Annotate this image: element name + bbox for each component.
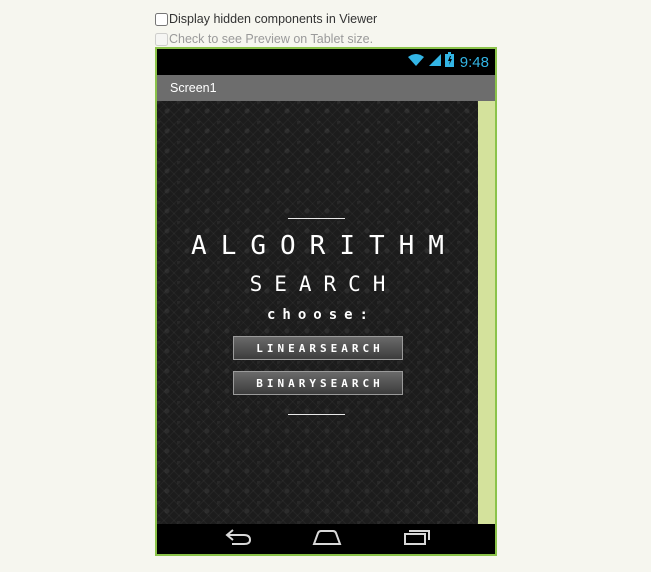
top-divider [288, 218, 345, 219]
show-hidden-components-label: Display hidden components in Viewer [169, 12, 378, 26]
choose-label: choose: [266, 307, 375, 323]
app-screen: ALGORITHM SEARCH choose: LINEARSEARCH BI… [157, 101, 478, 524]
wifi-icon [407, 53, 425, 72]
home-button[interactable] [307, 528, 347, 550]
tablet-preview-checkbox[interactable] [155, 32, 168, 46]
show-hidden-components-checkbox[interactable] [155, 12, 168, 26]
back-button[interactable] [219, 528, 259, 550]
phone-preview: 9:48 Screen1 ALGORITHM SEARCH choose: LI… [155, 47, 497, 556]
navigation-bar [157, 524, 495, 554]
heading-search: SEARCH [249, 272, 398, 296]
screen-scroll-strip [478, 101, 495, 524]
screen-title: Screen1 [170, 81, 217, 95]
tablet-preview-label: Check to see Preview on Tablet size. [169, 32, 374, 46]
heading-algorithm: ALGORITHM [191, 231, 458, 261]
show-hidden-components-option[interactable]: Display hidden components in Viewer [155, 10, 377, 28]
recent-apps-button[interactable] [397, 528, 437, 550]
binary-search-button[interactable]: BINARYSEARCH [233, 371, 403, 395]
designer-page: Display hidden components in Viewer Chec… [0, 0, 651, 572]
status-bar: 9:48 [157, 49, 495, 75]
bottom-divider [288, 414, 345, 415]
back-icon [224, 528, 254, 551]
linear-search-button[interactable]: LINEARSEARCH [233, 336, 403, 360]
screen-title-bar: Screen1 [157, 75, 495, 101]
tablet-preview-option[interactable]: Check to see Preview on Tablet size. [155, 30, 373, 48]
status-clock: 9:48 [459, 53, 489, 71]
home-icon [311, 528, 343, 551]
signal-icon [428, 53, 442, 72]
recent-apps-icon [402, 528, 432, 551]
battery-icon [444, 52, 454, 72]
